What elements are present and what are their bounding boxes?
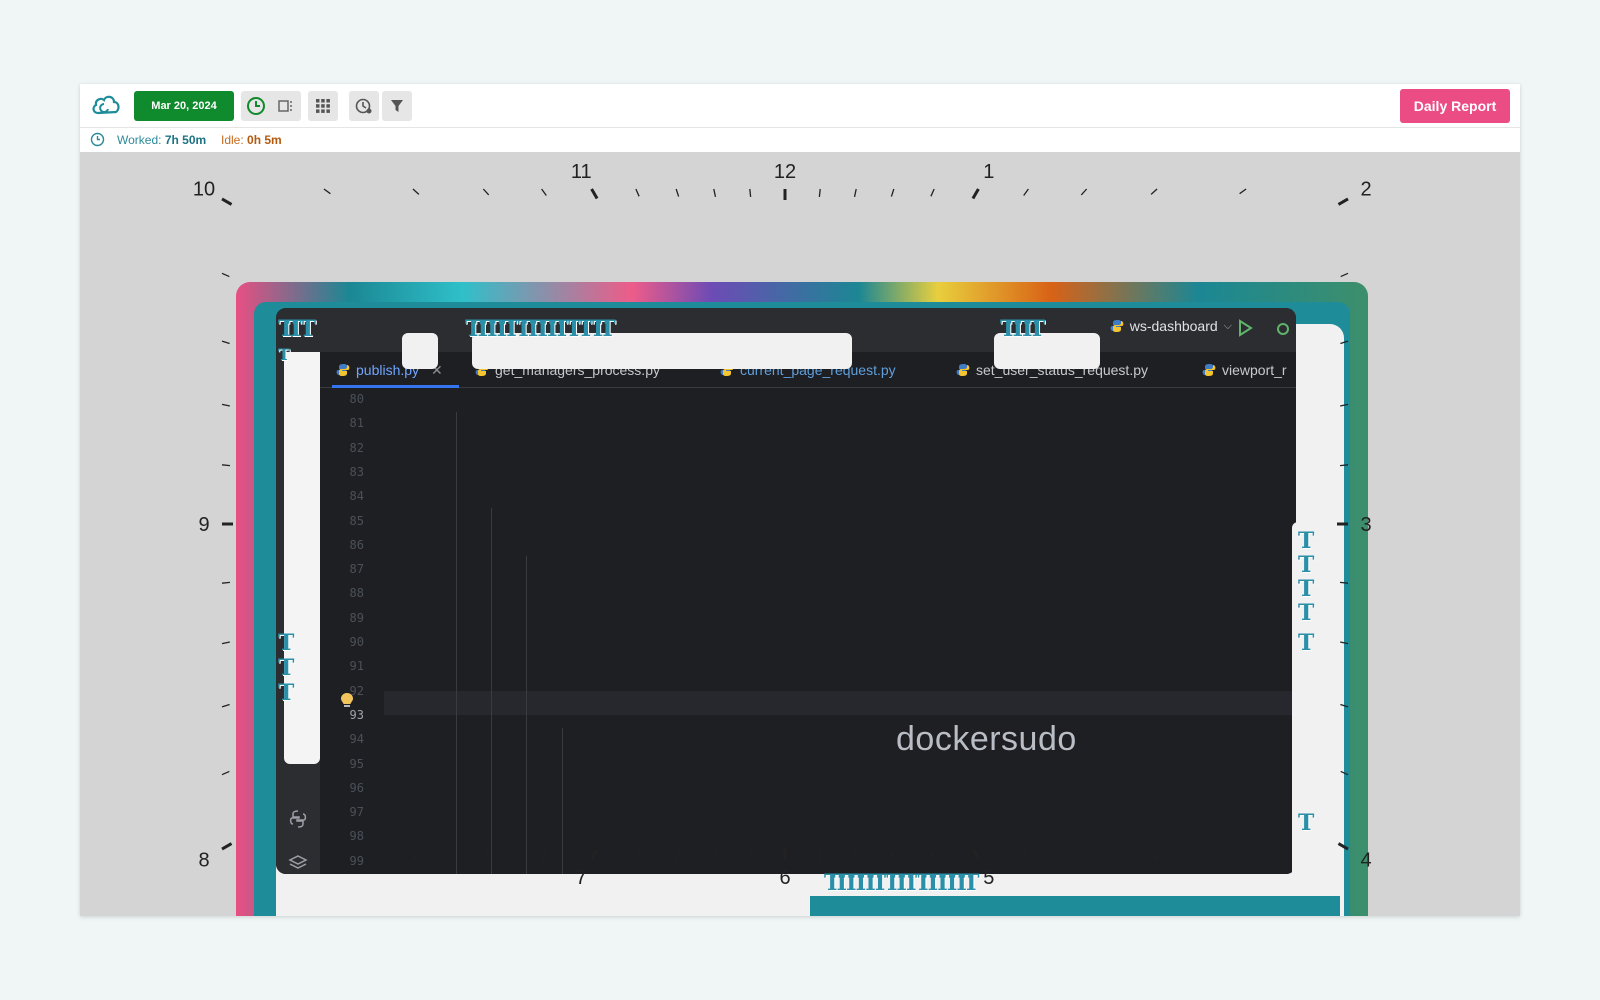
dial-minor-tick — [482, 852, 490, 860]
dial-minor-tick — [635, 188, 640, 197]
dial-minor-tick — [1340, 703, 1349, 708]
dial-hour-label: 10 — [193, 179, 215, 201]
dial-minor-tick — [1150, 853, 1158, 860]
screenshot-stage: ws-dashboard ⌵ publish.py ✕ get_managers… — [80, 152, 1520, 916]
dial-minor-tick — [1339, 464, 1349, 467]
dial-minor-tick — [1023, 188, 1029, 196]
dial-major-tick — [590, 848, 599, 860]
dial-minor-tick — [749, 850, 752, 860]
history-button[interactable] — [349, 91, 379, 121]
dial-minor-tick — [1340, 641, 1349, 645]
cloud-logo-icon[interactable] — [90, 91, 122, 121]
dial-major-tick — [1337, 842, 1349, 851]
dial-hour-label: 7 — [576, 867, 587, 889]
worked-label: Worked: — [117, 133, 162, 147]
dial-minor-tick — [541, 852, 547, 860]
clock-view-icon[interactable] — [241, 91, 271, 121]
dial-minor-tick — [1080, 852, 1088, 860]
dial-minor-tick — [635, 851, 640, 860]
dial-major-tick — [971, 848, 980, 860]
hour-dial: 1011 12 123456789 — [193, 161, 1372, 889]
dial-hour-label: 4 — [1360, 849, 1371, 871]
dial-hour-label: 2 — [1360, 179, 1371, 201]
dial-minor-tick — [1023, 852, 1029, 860]
dial-minor-tick — [675, 851, 680, 860]
filter-icon — [391, 100, 403, 112]
dial-hour-labels: 1011 12 123456789 — [193, 161, 1372, 889]
toolbar: Mar 20, 2024 Daily Report — [80, 84, 1520, 128]
dial-minor-tick — [818, 850, 821, 860]
dial-minor-tick — [890, 188, 895, 197]
view-toggle-group — [241, 91, 301, 121]
clock-icon — [90, 132, 105, 150]
dial-minor-tick — [818, 188, 821, 198]
idle-value: 0h 5m — [247, 133, 282, 147]
dial-minor-tick — [1339, 581, 1349, 584]
dial-minor-tick — [713, 188, 717, 197]
dial-minor-tick — [541, 188, 547, 196]
dial-minor-tick — [890, 851, 895, 860]
dial-hour-label: 11 — [571, 161, 592, 183]
dial-minor-tick — [221, 464, 231, 467]
dial-minor-tick — [1340, 770, 1349, 776]
dial-minor-tick — [221, 641, 230, 645]
dial-minor-tick — [713, 851, 717, 860]
dial-minor-tick — [853, 851, 857, 860]
idle-label: Idle: — [221, 133, 244, 147]
dial-minor-tick — [412, 188, 420, 195]
dial-minor-tick — [1239, 853, 1247, 860]
dial-minor-tick — [221, 340, 230, 345]
dial-ticks — [221, 188, 1349, 860]
dial-minor-tick — [749, 188, 752, 198]
date-picker-button[interactable]: Mar 20, 2024 — [134, 91, 234, 121]
daily-report-button[interactable]: Daily Report — [1400, 89, 1510, 123]
dial-hour-label: 9 — [198, 514, 209, 536]
dial-minor-tick — [323, 188, 331, 195]
time-summary-bar: Worked: 7h 50m Idle: 0h 5m — [80, 128, 1520, 152]
dial-hour-label: 5 — [983, 867, 994, 889]
dial-minor-tick — [930, 851, 935, 860]
dial-minor-tick — [221, 770, 230, 776]
dial-minor-tick — [1150, 188, 1158, 195]
dial-minor-tick — [675, 188, 680, 197]
dial-hour-label: 6 — [779, 867, 790, 889]
worked-value: 7h 50m — [164, 133, 207, 147]
history-clock-icon — [355, 98, 372, 114]
dial-major-tick — [221, 197, 233, 206]
grid-icon — [316, 99, 330, 113]
dial-hour-label: 3 — [1360, 514, 1371, 536]
dial-hour-label: 1 — [983, 161, 994, 183]
dial-minor-tick — [221, 581, 231, 584]
dial-hour-label: 8 — [198, 849, 209, 871]
dial-minor-tick — [221, 272, 230, 278]
worked-time: Worked: 7h 50m — [117, 133, 206, 147]
apps-grid-button[interactable] — [308, 91, 338, 121]
dial-major-tick — [221, 842, 233, 851]
filter-button[interactable] — [382, 91, 412, 121]
dial-minor-tick — [221, 703, 230, 708]
tracker-card: Mar 20, 2024 Daily Report Worked: 7h 50m — [80, 84, 1520, 916]
dial-minor-tick — [221, 403, 230, 407]
dial-major-tick — [590, 188, 599, 200]
dial-minor-tick — [1239, 188, 1247, 195]
dial-major-tick — [971, 188, 980, 200]
dial-minor-tick — [412, 853, 420, 860]
dial-minor-tick — [1340, 272, 1349, 278]
dial-minor-tick — [1080, 188, 1088, 196]
dial-hour-label: 12 — [774, 161, 796, 183]
dial-minor-tick — [853, 188, 857, 197]
timeline-view-icon[interactable] — [271, 91, 301, 121]
dial-minor-tick — [1340, 403, 1349, 407]
dial-minor-tick — [930, 188, 935, 197]
idle-time: Idle: 0h 5m — [221, 133, 282, 147]
dial-minor-tick — [1340, 340, 1349, 345]
dial-major-tick — [1337, 197, 1349, 206]
dial-minor-tick — [482, 188, 490, 196]
dial-minor-tick — [323, 853, 331, 860]
